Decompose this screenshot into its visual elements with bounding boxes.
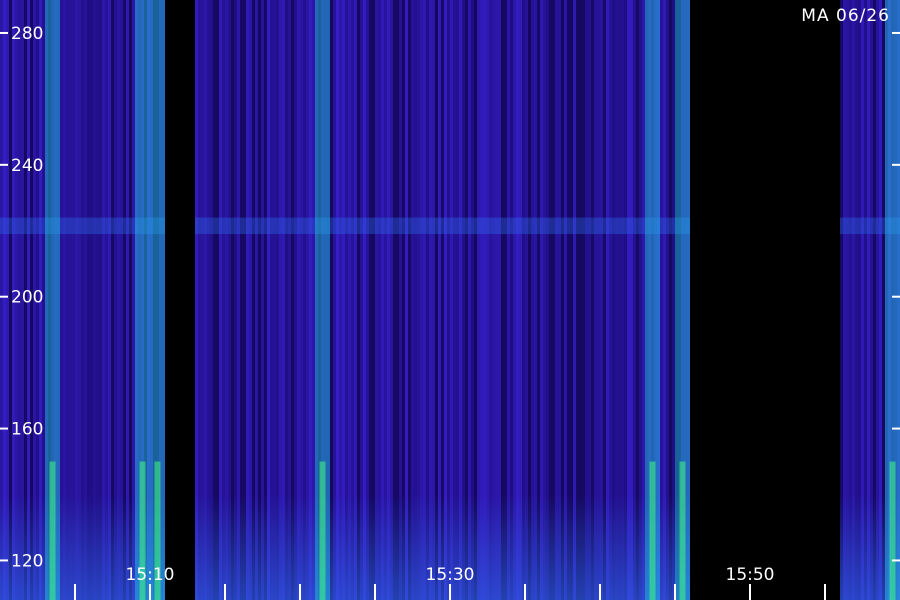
x-tick-label: 15:30	[426, 565, 475, 585]
spectrogram-plot: 120 160 200 240 280 15:10 15:30 15:50	[0, 0, 900, 600]
x-tick-label: 15:50	[726, 565, 775, 585]
dark-gap	[690, 0, 840, 600]
bright-band-core	[649, 461, 656, 600]
x-tick-label: 15:10	[126, 565, 175, 585]
bright-band-core	[319, 461, 326, 600]
y-tick-label: 240	[11, 156, 43, 176]
bright-band-core	[889, 461, 896, 600]
station-date-label: MA 06/26	[801, 6, 890, 26]
y-tick-label: 200	[11, 288, 43, 308]
y-tick-label: 280	[11, 24, 43, 44]
y-tick-label: 160	[11, 420, 43, 440]
bright-band-core	[49, 461, 56, 600]
dark-gap	[165, 0, 195, 600]
bright-band-core	[679, 461, 686, 600]
y-tick-label: 120	[11, 551, 43, 571]
